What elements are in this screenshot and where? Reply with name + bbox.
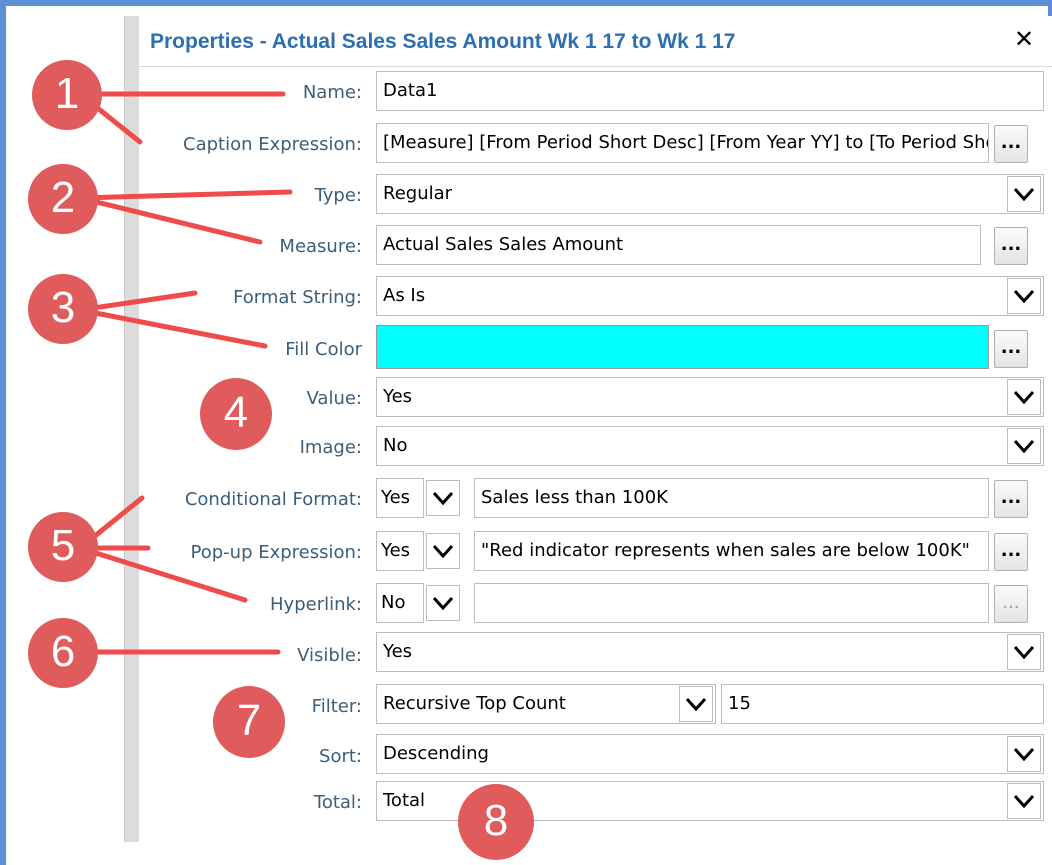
callout-3: 3: [28, 274, 98, 344]
callout-8: 8: [458, 784, 534, 860]
callout-7: 7: [213, 686, 285, 758]
callout-2: 2: [28, 164, 98, 234]
callout-5: 5: [28, 512, 98, 582]
callout-4: 4: [200, 378, 272, 450]
callout-pointer-lines: [77, 91, 293, 655]
callout-1: 1: [32, 60, 102, 130]
callout-6: 6: [28, 618, 98, 688]
